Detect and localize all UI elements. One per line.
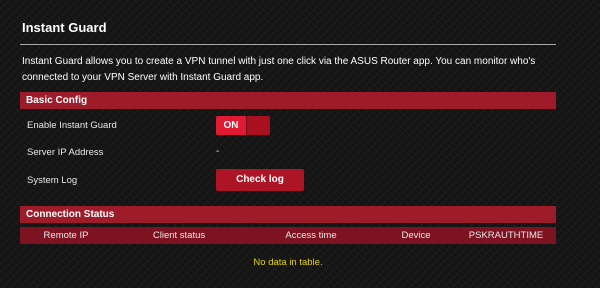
page-title: Instant Guard (22, 20, 107, 35)
enable-instant-guard-label: Enable Instant Guard (27, 120, 117, 131)
toggle-knob (246, 116, 270, 135)
connection-table-header: Remote IP Client status Access time Devi… (20, 227, 556, 244)
connection-status-header: Connection Status (20, 206, 556, 223)
column-client-status: Client status (152, 230, 206, 241)
server-ip-label: Server IP Address (27, 147, 104, 158)
column-device: Device (401, 230, 431, 241)
title-divider (20, 44, 556, 45)
empty-table-message: No data in table. (253, 257, 323, 268)
instant-guard-page: Instant Guard Instant Guard allows you t… (0, 0, 600, 288)
column-access-time: Access time (285, 230, 337, 241)
system-log-label: System Log (27, 175, 78, 186)
column-pskrauthtime: PSKRAUTHTIME (468, 230, 544, 241)
column-remote-ip: Remote IP (43, 230, 89, 241)
toggle-on-label: ON (216, 116, 246, 135)
page-description: Instant Guard allows you to create a VPN… (22, 56, 536, 83)
enable-instant-guard-toggle[interactable]: ON (216, 116, 270, 135)
check-log-button[interactable]: Check log (216, 169, 304, 191)
server-ip-value: - (216, 146, 220, 157)
basic-config-header: Basic Config (20, 92, 556, 109)
